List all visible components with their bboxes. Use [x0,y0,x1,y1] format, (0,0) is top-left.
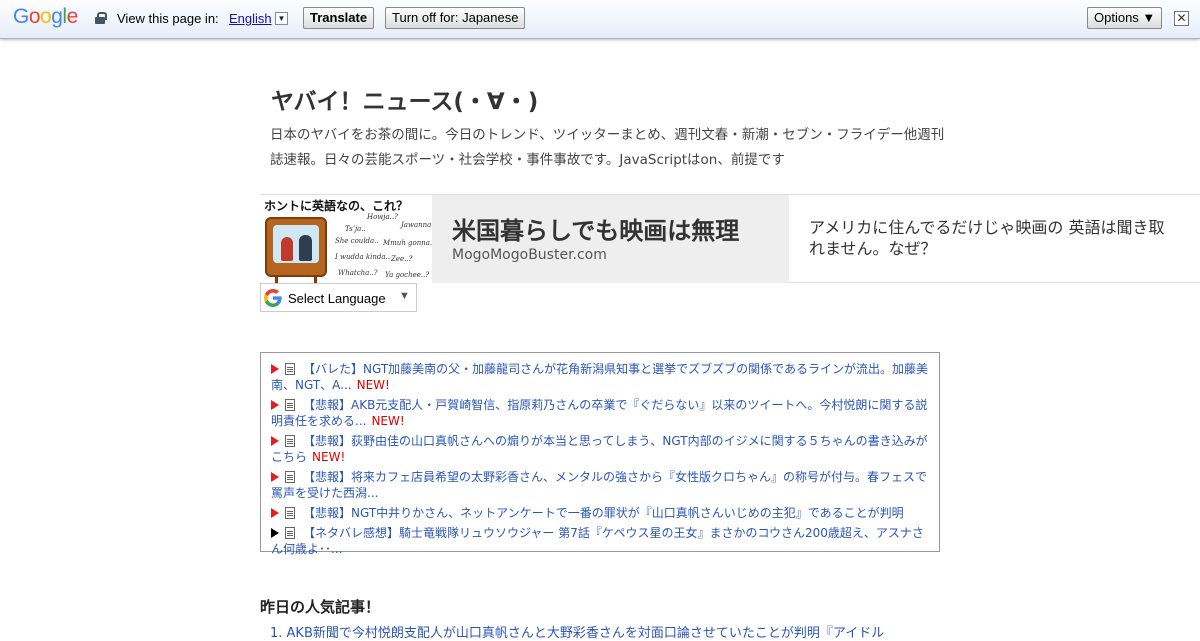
arrow-right-icon [271,528,279,538]
popular-heading: 昨日の人気記事！ [260,598,381,616]
document-icon [285,399,295,411]
rss-link[interactable]: 【悲報】将来カフェ店員希望の太野彩香さん、メンタルの強さから『女性版クロちゃん』… [271,470,927,500]
rss-feed-box: 【バレた】NGT加藤美南の父・加藤龍司さんが花角新潟県知事と選挙でズブズブの関係… [260,352,940,556]
ad-phrase: Whatcha..? [338,269,378,277]
blog-title[interactable]: ヤバイ！ニュース(・∀・) [271,82,538,116]
ad-phrase: Zee..? [391,255,413,263]
ad-body[interactable]: アメリカに住んでるだけじゃ映画の 英語は聞き取れません。なぜ？ [809,217,1169,259]
ad-phrase: Howja..? [367,213,398,221]
popular-item[interactable]: 1. AKB新聞で今村悦朗支配人が山口真帆さんと大野彩香さんを対面口論させていた… [270,622,930,641]
rss-link[interactable]: 【悲報】NGT中井りかさん、ネットアンケートで一番の罪状が『山口真帆さんいじめの… [303,506,904,520]
list-item[interactable]: 【悲報】荻野由佳の山口真帆さんへの煽りが本当と思ってしまう、NGT内部のイジメに… [271,433,929,465]
ad-phrase: Jawanna..? [401,221,432,229]
language-link[interactable]: English [229,11,272,26]
blog-description: 日本のヤバイをお茶の間に。今日のトレンド、ツイッターまとめ、週刊文春・新潮・セブ… [270,127,945,168]
language-dropdown-icon[interactable]: ▼ [275,12,288,25]
arrow-right-icon [271,508,279,518]
ad-headline-box[interactable]: 米国暮らしでも映画は無理 MogoMogoBuster.com [432,195,789,283]
rss-link[interactable]: 【ネタバレ感想】騎士竜戦隊リュウソウジャー 第7話『ケペウス星の王女』まさかのコ… [271,526,924,556]
ad-image-title: ホントに英語なの、これ？ [264,199,409,213]
arrow-right-icon [271,472,279,482]
translate-bar: Google View this page in: English ▼ Tran… [0,0,1200,39]
tv-illustration [265,217,327,283]
google-g-icon [264,289,282,307]
arrow-right-icon [271,436,279,446]
ad-url[interactable]: MogoMogoBuster.com [452,247,607,263]
ad-phrase: Tsʼja.. [345,225,366,233]
document-icon [285,507,295,519]
document-icon [285,471,295,483]
person-figure [281,237,293,261]
close-icon[interactable]: ✕ [1174,11,1189,26]
list-item[interactable]: 【悲報】将来カフェ店員希望の太野彩香さん、メンタルの強さから『女性版クロちゃん』… [271,469,929,501]
logo-letter: g [51,5,63,28]
rss-link[interactable]: 【悲報】AKB元支配人・戸賀崎智信、指原莉乃さんの卒業で『ぐだらない』以来のツイ… [271,398,927,428]
new-badge: NEW! [371,414,405,428]
document-icon [285,435,295,447]
document-icon [285,527,295,539]
ad-phrase: I wudda kinda.. [335,253,390,261]
options-button[interactable]: Options ▼ [1087,7,1163,29]
select-language-dropdown[interactable]: Select Language ▼ [260,283,417,312]
logo-letter: G [13,5,29,28]
ad-headline[interactable]: 米国暮らしでも映画は無理 [452,211,739,246]
list-item[interactable]: 【悲報】AKB元支配人・戸賀崎智信、指原莉乃さんの卒業で『ぐだらない』以来のツイ… [271,397,929,429]
list-item[interactable]: 【悲報】NGT中井りかさん、ネットアンケートで一番の罪状が『山口真帆さんいじめの… [271,505,929,521]
tv-leg [275,275,278,283]
view-page-label: View this page in: [117,11,219,26]
lock-icon [95,12,107,24]
person-figure [299,235,312,261]
rss-link[interactable]: 【悲報】荻野由佳の山口真帆さんへの煽りが本当と思ってしまう、NGT内部のイジメに… [271,434,928,464]
turn-off-button[interactable]: Turn off for: Japanese [385,7,526,29]
tv-leg [314,275,317,283]
logo-letter: o [28,5,41,28]
ad-image[interactable]: ホントに英語なの、これ？ Howja..? Jawanna..? Tsʼja..… [261,195,432,283]
arrow-right-icon [271,364,279,374]
new-badge: NEW! [312,450,346,464]
document-icon [285,363,295,375]
new-badge: NEW! [356,378,390,392]
list-item[interactable]: 【バレた】NGT加藤美南の父・加藤龍司さんが花角新潟県知事と選挙でズブズブの関係… [271,361,929,393]
translate-button[interactable]: Translate [303,7,375,29]
ad-phrase: She coulda.. [335,237,379,245]
tv-screen [273,225,319,263]
list-item[interactable]: 【ネタバレ感想】騎士竜戦隊リュウソウジャー 第7話『ケペウス星の王女』まさかのコ… [271,525,929,557]
logo-letter: o [40,5,52,28]
logo-letter: e [66,5,79,28]
chevron-down-icon: ▼ [399,290,410,302]
ad-phrase: Ya gochee..? [385,271,430,279]
select-language-label: Select Language [288,291,386,306]
advertisement[interactable]: ホントに英語なの、これ？ Howja..? Jawanna..? Tsʼja..… [260,194,1200,283]
arrow-right-icon [271,400,279,410]
google-logo[interactable]: Google [13,5,78,29]
ad-phrase: Mmuh gonna.. [383,239,432,247]
